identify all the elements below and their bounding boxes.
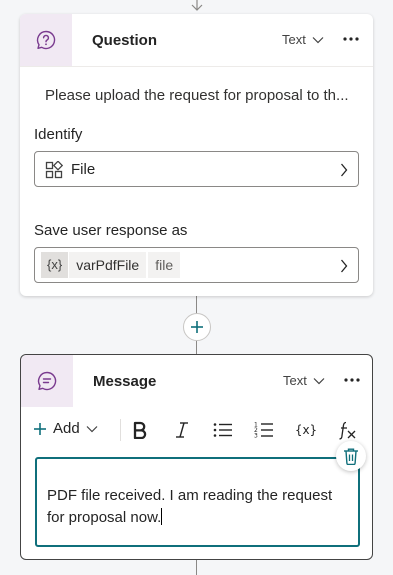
save-response-label: Save user response as — [34, 222, 188, 239]
question-icon — [20, 14, 72, 66]
question-type-label: Text — [282, 32, 306, 47]
chevron-right-icon — [341, 259, 348, 273]
plus-icon — [34, 422, 46, 435]
italic-icon[interactable] — [169, 418, 195, 442]
identify-field[interactable]: File — [34, 151, 359, 187]
message-editor[interactable]: PDF file received. I am reading the requ… — [35, 457, 360, 547]
message-toolbar: Add 123 {x} — [21, 412, 372, 446]
message-text: PDF file received. I am reading the requ… — [47, 487, 333, 526]
message-title: Message — [93, 373, 157, 390]
message-node[interactable]: Message Text Add 123 {x} PDF file receiv… — [20, 354, 373, 560]
variable-badge: {x} — [41, 252, 69, 278]
chevron-down-icon — [312, 36, 324, 43]
chevron-right-icon — [341, 163, 348, 177]
add-label: Add — [53, 420, 80, 437]
connector-line — [196, 341, 197, 355]
message-header: Message Text — [21, 355, 372, 407]
bold-icon[interactable] — [127, 418, 153, 442]
question-node[interactable]: Question Text Please upload the request … — [20, 14, 373, 296]
delete-button[interactable] — [336, 441, 366, 471]
more-options-icon[interactable] — [341, 372, 363, 388]
formula-icon[interactable] — [334, 418, 360, 442]
question-prompt[interactable]: Please upload the request for proposal t… — [45, 87, 361, 104]
add-node-button[interactable] — [183, 313, 211, 341]
save-variable-field[interactable]: {x} varPdfFile file — [34, 247, 359, 283]
svg-text:3: 3 — [254, 433, 258, 440]
connector-line — [196, 296, 197, 314]
message-type-dropdown[interactable]: Text — [283, 373, 325, 388]
header-divider — [20, 66, 373, 67]
question-type-dropdown[interactable]: Text — [282, 32, 324, 47]
connector-line — [196, 560, 197, 575]
svg-text:{x}: {x} — [295, 423, 317, 437]
numbered-list-icon[interactable]: 123 — [251, 418, 277, 442]
entity-icon — [45, 161, 63, 179]
connector-arrow-icon — [191, 0, 203, 11]
variable-insert-icon[interactable]: {x} — [293, 418, 319, 442]
identify-label: Identify — [34, 126, 83, 143]
question-title: Question — [92, 32, 158, 49]
more-options-icon[interactable] — [340, 31, 362, 47]
message-icon — [21, 355, 73, 407]
toolbar-divider — [120, 419, 121, 441]
plus-icon — [191, 321, 203, 333]
bullet-list-icon[interactable] — [210, 418, 236, 442]
chevron-down-icon — [86, 425, 98, 432]
identify-value: File — [71, 161, 96, 178]
message-type-label: Text — [283, 373, 307, 388]
question-header: Question Text — [20, 14, 373, 66]
text-caret — [161, 508, 163, 525]
chevron-down-icon — [313, 377, 325, 384]
variable-type: file — [148, 252, 181, 278]
trash-icon — [344, 448, 358, 465]
variable-name: varPdfFile — [69, 252, 147, 278]
variable-chip[interactable]: {x} varPdfFile file — [41, 252, 181, 278]
add-content-button[interactable]: Add — [33, 420, 98, 437]
